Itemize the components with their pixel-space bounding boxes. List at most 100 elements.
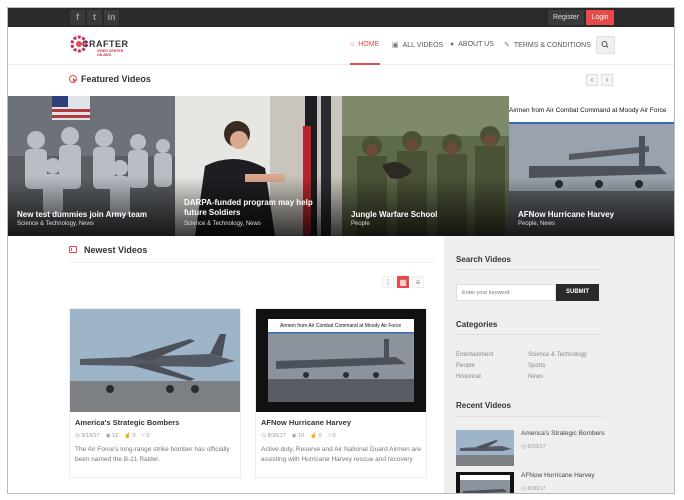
home-icon: ⌂ <box>350 41 355 48</box>
featured-card[interactable]: New test dummies join Army team Science … <box>8 96 175 236</box>
bomber-thumbnail-image <box>456 430 514 466</box>
video-meta: ◷ 9/19/17 ◉ 12 ☝ 0 ☟ 0 <box>75 433 150 439</box>
nav-all-videos-label: ALL VIDEOS <box>402 41 444 49</box>
logo-name: CRAFTER <box>82 39 129 49</box>
category-link[interactable]: News <box>528 374 543 380</box>
video-thumbnail[interactable]: Airmen from Air Combat Command at Moody … <box>256 309 426 412</box>
edit-icon: ✎ <box>504 42 510 49</box>
recent-video-thumbnail[interactable] <box>456 472 514 493</box>
video-likes: ☝ 0 <box>310 433 322 439</box>
recent-video-item[interactable]: AFNow Hurricane Harvey ◷ 8/30/17 <box>456 472 616 493</box>
site-header: CRAFTER VIDEO CENTER ON AWS ⌂ HOME ▣ ALL… <box>8 27 674 65</box>
search-videos-heading: Search Videos <box>456 255 511 264</box>
video-dislikes: ☟ 0 <box>141 433 150 439</box>
nav-home[interactable]: ⌂ HOME <box>350 41 379 48</box>
section-divider <box>69 262 435 263</box>
sidebar-divider <box>456 416 602 417</box>
video-description: Active duty, Reserve and Air National Gu… <box>261 446 421 463</box>
featured-carousel: New test dummies join Army team Science … <box>8 96 674 236</box>
register-button[interactable]: Register <box>548 10 584 25</box>
category-link[interactable]: People <box>456 363 475 369</box>
video-title[interactable]: America's Strategic Bombers <box>75 418 179 427</box>
nav-about-us[interactable]: ● ABOUT US <box>450 41 494 48</box>
featured-card[interactable]: Jungle Warfare School People <box>342 96 509 236</box>
hurricane-thumbnail-image <box>456 472 514 493</box>
video-likes: ☝ 0 <box>124 433 136 439</box>
featured-next-button[interactable]: › <box>601 74 613 86</box>
video-views: ◉ 12 <box>105 433 119 439</box>
list-view-button[interactable]: ≡ <box>412 276 424 288</box>
nav-about-us-label: ABOUT US <box>458 41 494 48</box>
featured-card-title: New test dummies join Army team <box>17 210 147 219</box>
recent-videos-heading: Recent Videos <box>456 401 511 410</box>
recent-video-date: ◷ 8/30/17 <box>521 486 546 492</box>
video-overlay-caption: Airmen from Air Combat Command at Moody … <box>509 107 667 114</box>
categories-heading: Categories <box>456 320 498 329</box>
featured-card-title: Jungle Warfare School <box>351 210 438 219</box>
sidebar-divider <box>456 334 602 335</box>
video-card[interactable]: America's Strategic Bombers ◷ 9/19/17 ◉ … <box>69 308 241 478</box>
video-thumbnail[interactable] <box>70 309 240 412</box>
twitter-icon[interactable]: t <box>87 10 102 25</box>
featured-card-title: DARPA-funded program may help future Sol… <box>184 198 313 217</box>
card-shade <box>342 176 509 236</box>
featured-card[interactable]: Airmen from Air Combat Command at Moody … <box>509 96 674 236</box>
category-link[interactable]: Entertainment <box>456 352 493 358</box>
video-overlay-caption: Airmen from Air Combat Command at Moody … <box>280 323 402 329</box>
header-search-button[interactable] <box>596 36 615 54</box>
grid-small-icon: ⁞ <box>386 278 390 287</box>
facebook-icon[interactable]: f <box>70 10 85 25</box>
recent-video-title[interactable]: America's Strategic Bombers <box>521 430 605 437</box>
featured-card-category: Science & Technology, News <box>184 221 261 227</box>
featured-prev-button[interactable]: ‹ <box>586 74 598 86</box>
submit-button[interactable]: SUBMIT <box>556 284 599 301</box>
browser-page: f t in Register Login CRAFTER VIDEO CENT… <box>7 7 675 494</box>
user-icon: ● <box>450 41 455 48</box>
grid-icon: ▦ <box>399 278 407 287</box>
card-shade <box>8 176 175 236</box>
video-date: ◷ 9/19/17 <box>75 433 100 439</box>
recent-video-item[interactable]: America's Strategic Bombers ◷ 9/19/17 <box>456 430 616 466</box>
featured-card-category: Science & Technology, News <box>17 221 94 227</box>
top-bar: f t in Register Login <box>8 8 674 27</box>
video-dislikes: ☟ 0 <box>327 433 336 439</box>
film-icon: ▣ <box>392 42 399 49</box>
video-title[interactable]: AFNow Hurricane Harvey <box>261 418 351 427</box>
category-link[interactable]: Science & Technology <box>528 352 587 358</box>
category-link[interactable]: Sports <box>528 363 545 369</box>
newest-videos-heading: Newest Videos <box>84 245 148 255</box>
logo-tagline: VIDEO CENTER ON AWS <box>97 49 124 57</box>
film-icon <box>69 246 77 253</box>
grid-view-button[interactable]: ▦ <box>397 276 409 288</box>
recent-video-thumbnail[interactable] <box>456 430 514 466</box>
active-nav-indicator <box>350 63 380 65</box>
card-shade <box>509 176 674 236</box>
recent-video-title[interactable]: AFNow Hurricane Harvey <box>521 472 595 479</box>
grid-small-view-button[interactable]: ⁞ <box>382 276 394 288</box>
featured-card-category: People <box>351 221 370 227</box>
nav-all-videos[interactable]: ▣ ALL VIDEOS <box>392 41 444 50</box>
site-logo[interactable]: CRAFTER VIDEO CENTER ON AWS <box>70 33 130 61</box>
featured-card-category: People, News <box>518 221 556 227</box>
category-link[interactable]: Historical <box>456 374 481 380</box>
list-icon: ≡ <box>415 278 421 287</box>
video-date: ◷ 8/30/17 <box>261 433 286 439</box>
search-input[interactable] <box>456 284 556 301</box>
login-button[interactable]: Login <box>586 10 614 25</box>
video-views: ◉ 10 <box>291 433 305 439</box>
sidebar: Search Videos SUBMIT Categories Entertai… <box>444 236 674 493</box>
sidebar-divider <box>456 269 602 270</box>
nav-terms-label: TERMS & CONDITIONS <box>513 41 591 49</box>
video-card[interactable]: Airmen from Air Combat Command at Moody … <box>255 308 427 478</box>
recent-video-date: ◷ 9/19/17 <box>521 444 546 450</box>
video-description: The Air Force's long-range strike bomber… <box>75 446 230 463</box>
nav-terms[interactable]: ✎ TERMS & CONDITIONS <box>504 41 591 50</box>
featured-card-title: AFNow Hurricane Harvey <box>518 210 615 219</box>
linkedin-icon[interactable]: in <box>104 10 119 25</box>
bomber-thumbnail-image <box>70 309 240 412</box>
search-icon <box>601 41 609 48</box>
featured-videos-heading: Featured Videos <box>81 74 151 84</box>
featured-card[interactable]: DARPA-funded program may help future Sol… <box>175 96 342 236</box>
play-circle-icon <box>69 75 77 83</box>
video-meta: ◷ 8/30/17 ◉ 10 ☝ 0 ☟ 0 <box>261 433 336 439</box>
